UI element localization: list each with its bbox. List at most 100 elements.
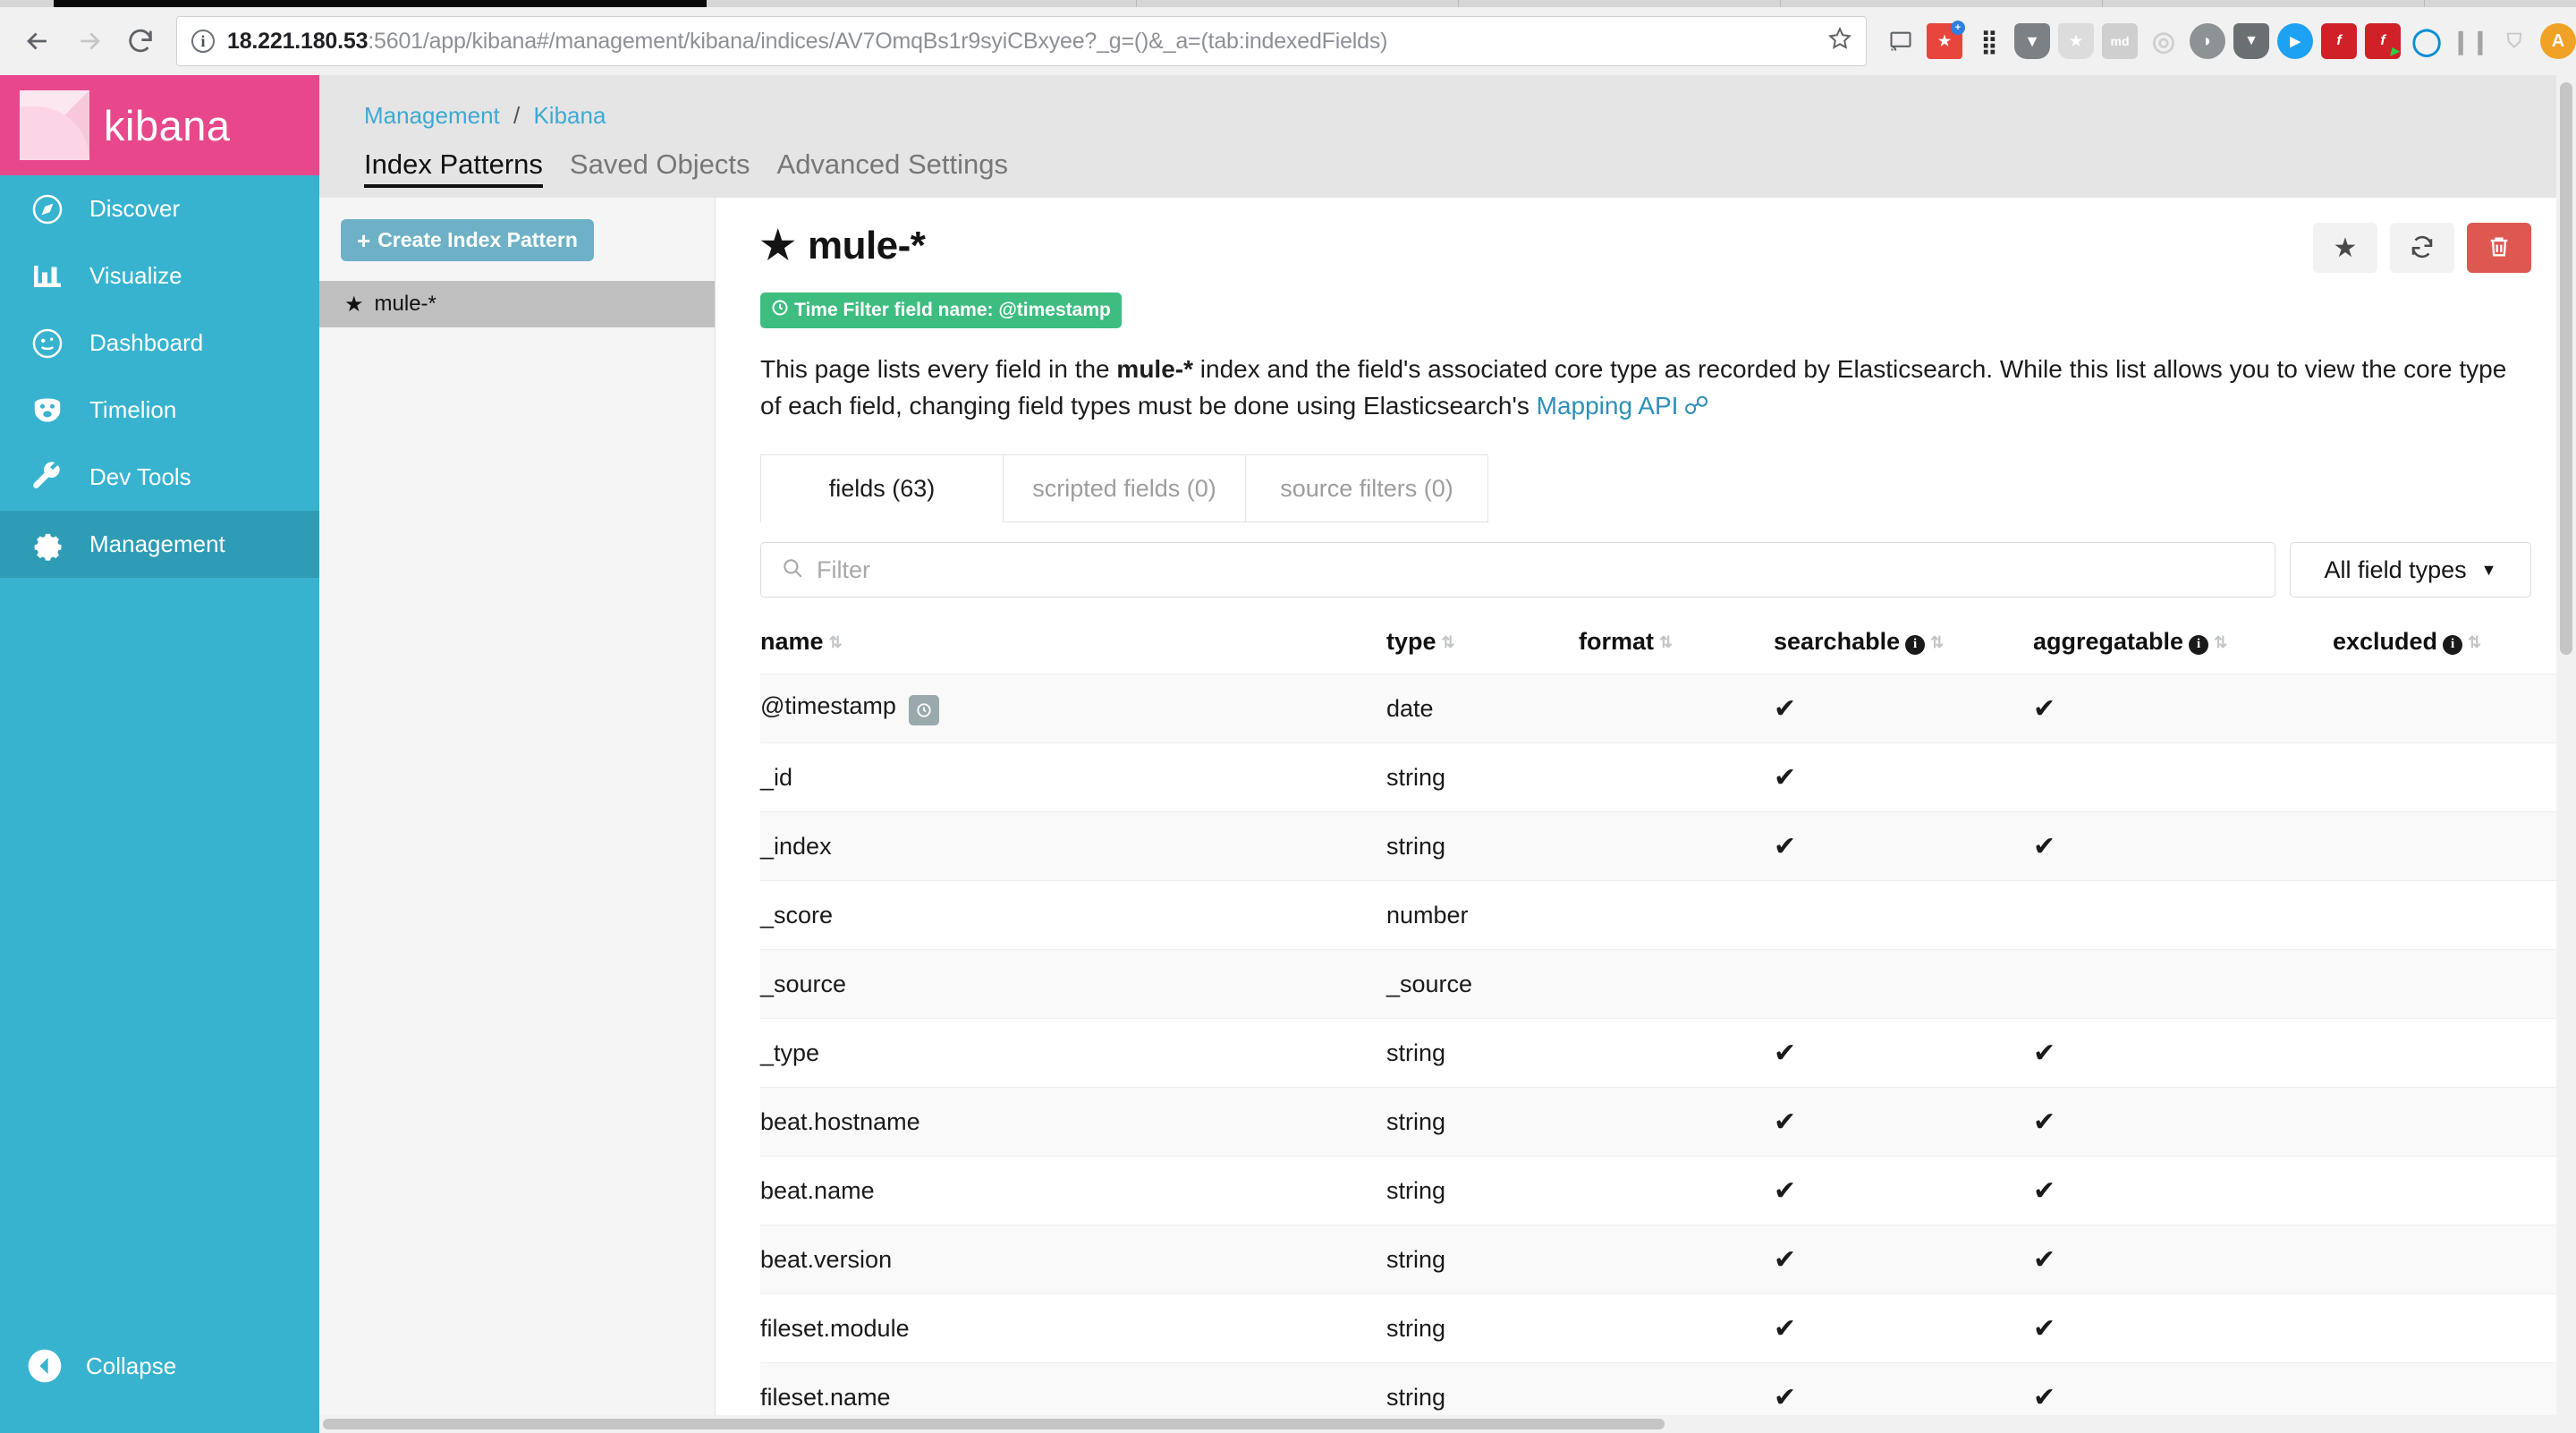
info-icon[interactable]: i <box>2443 635 2462 655</box>
flash-green-extension-icon[interactable]: f▶ <box>2365 23 2401 59</box>
kibana-brand[interactable]: kibana <box>0 75 319 175</box>
sort-arrows-icon[interactable]: ⇅ <box>2214 634 2227 650</box>
index-pattern-item-mule[interactable]: ★ mule-* <box>319 281 715 327</box>
column-label: format <box>1579 628 1654 655</box>
tab-scripted-fields[interactable]: scripted fields (0) <box>1003 454 1246 522</box>
opera-circle-extension-icon[interactable]: ◯ <box>2409 23 2445 59</box>
column-label: type <box>1386 628 1436 655</box>
column-label: excluded <box>2333 628 2437 655</box>
search-input[interactable] <box>817 556 2255 584</box>
cell-aggregatable: ✔ <box>2033 1225 2333 1294</box>
breadcrumb-kibana[interactable]: Kibana <box>533 102 606 129</box>
search-input-wrapper[interactable] <box>760 542 2275 598</box>
column-header-format[interactable]: format ⇅ <box>1579 623 1774 674</box>
sidebar-item-dev-tools[interactable]: Dev Tools <box>0 444 319 511</box>
table-row: _idstring✔ <box>760 743 2576 812</box>
refresh-icon <box>2409 233 2436 263</box>
browser-active-tab[interactable] <box>54 0 707 7</box>
pause-bars-extension-icon[interactable]: ❙❙ <box>2453 23 2488 59</box>
page-title-text: mule-* <box>808 224 925 268</box>
cell-field-type: string <box>1386 1225 1579 1294</box>
info-icon[interactable]: i <box>1905 635 1925 655</box>
horizontal-scrollbar[interactable] <box>319 1415 2556 1433</box>
sort-arrows-icon[interactable]: ⇅ <box>1930 634 1944 650</box>
apps-grid-extension-icon[interactable]: ⣿ <box>1970 23 2006 59</box>
browser-tabstrip[interactable] <box>0 0 2576 7</box>
sort-arrows-icon[interactable]: ⇅ <box>2468 634 2481 650</box>
sidebar-item-management[interactable]: Management <box>0 511 319 578</box>
mapping-api-link[interactable]: Mapping API <box>1537 392 1679 420</box>
refresh-fields-button[interactable] <box>2390 223 2454 273</box>
video-camera-extension-icon[interactable]: ▶ <box>2277 23 2313 59</box>
column-header-name[interactable]: name⇅ <box>760 623 1386 674</box>
sidebar-item-visualize[interactable]: Visualize <box>0 242 319 309</box>
cell-searchable: ✔ <box>1774 1019 2033 1088</box>
sidebar-item-label: Management <box>89 530 225 558</box>
pocket-extension-icon[interactable]: ▼ <box>2233 23 2269 59</box>
tab-source-filters[interactable]: source filters (0) <box>1245 454 1488 522</box>
cell-field-type: string <box>1386 1157 1579 1225</box>
checkmark-icon: ✔ <box>1774 1383 1796 1412</box>
cell-field-type: string <box>1386 1088 1579 1157</box>
column-header-aggregatable[interactable]: aggregatablei⇅ <box>2033 623 2333 674</box>
tab-advanced-settings[interactable]: Advanced Settings <box>777 148 1009 188</box>
delete-index-pattern-button[interactable] <box>2467 223 2531 273</box>
cell-searchable: ✔ <box>1774 1294 2033 1363</box>
checkmark-icon: ✔ <box>1774 1107 1796 1137</box>
field-type-select[interactable]: All field types ▼ <box>2290 542 2531 598</box>
page-title: ★ mule-* <box>760 223 925 268</box>
info-icon[interactable]: i <box>2189 635 2208 655</box>
cast-icon[interactable] <box>1883 23 1919 59</box>
bookmark-star-icon[interactable] <box>1826 26 1853 57</box>
scrollbar-thumb[interactable] <box>2560 82 2572 655</box>
address-bar[interactable]: i 18.221.180.53:5601/app/kibana#/managem… <box>176 16 1867 66</box>
sidebar-item-timelion[interactable]: Timelion <box>0 377 319 444</box>
back-arrow-icon[interactable] <box>16 16 59 66</box>
cell-searchable <box>1774 950 2033 1019</box>
drop-extension-icon[interactable]: ◗ <box>2190 23 2225 59</box>
profile-avatar-icon[interactable]: A <box>2540 23 2576 59</box>
download-shield-extension-icon[interactable]: ▼ <box>2014 23 2050 59</box>
markdown-extension-icon[interactable]: md <box>2102 23 2138 59</box>
cell-excluded <box>2333 743 2576 812</box>
star-icon: ★ <box>2334 233 2358 264</box>
management-topbar: Management / Kibana Index Patterns Saved… <box>319 75 2576 198</box>
reload-icon[interactable] <box>119 16 162 66</box>
tab-index-patterns[interactable]: Index Patterns <box>364 148 543 188</box>
site-info-icon[interactable]: i <box>191 30 215 53</box>
status-badge-text: Time Filter field name: @timestamp <box>794 300 1111 321</box>
cell-field-format <box>1579 674 1774 743</box>
cell-searchable: ✔ <box>1774 1088 2033 1157</box>
sidebar-item-dashboard[interactable]: Dashboard <box>0 309 319 377</box>
column-header-excluded[interactable]: excluded i ⇅ <box>2333 623 2576 674</box>
star-icon: ★ <box>344 292 364 318</box>
cell-field-name: _index <box>760 812 1386 881</box>
bookmark-manager-extension-icon[interactable]: ★+ <box>1927 23 1962 59</box>
collapse-sidebar-button[interactable]: Collapse <box>0 1336 319 1395</box>
table-row: fileset.modulestring✔✔ <box>760 1294 2576 1363</box>
browser-toolbar: i 18.221.180.53:5601/app/kibana#/managem… <box>0 7 2576 75</box>
flash-red-extension-icon[interactable]: f <box>2321 23 2357 59</box>
timelion-icon <box>27 390 68 431</box>
scrollbar-thumb[interactable] <box>323 1419 1665 1429</box>
sort-arrows-icon[interactable]: ⇅ <box>1659 634 1673 650</box>
forward-arrow-icon[interactable] <box>68 16 111 66</box>
checkmark-icon: ✔ <box>2033 1245 2055 1275</box>
create-index-pattern-button[interactable]: + Create Index Pattern <box>341 219 594 261</box>
sort-arrows-icon[interactable]: ⇅ <box>1442 634 1455 650</box>
tab-saved-objects[interactable]: Saved Objects <box>570 148 750 188</box>
set-default-index-button[interactable]: ★ <box>2313 223 2377 273</box>
sort-arrows-icon[interactable]: ⇅ <box>829 634 843 650</box>
bookmark-star-extension-icon[interactable]: ★ <box>2058 23 2094 59</box>
chevron-down-icon: ▼ <box>2481 561 2497 580</box>
spiral-extension-icon[interactable]: ◎ <box>2146 23 2182 59</box>
vertical-scrollbar[interactable] <box>2556 75 2576 1433</box>
tab-fields[interactable]: fields (63) <box>760 454 1004 522</box>
column-header-searchable[interactable]: searchablei⇅ <box>1774 623 2033 674</box>
shield-outline-extension-icon[interactable]: ⛉ <box>2496 23 2532 59</box>
gear-icon <box>27 524 68 565</box>
breadcrumb-management[interactable]: Management <box>364 102 500 129</box>
column-header-type[interactable]: type ⇅ <box>1386 623 1579 674</box>
checkmark-icon: ✔ <box>2033 1314 2055 1344</box>
sidebar-item-discover[interactable]: Discover <box>0 175 319 242</box>
